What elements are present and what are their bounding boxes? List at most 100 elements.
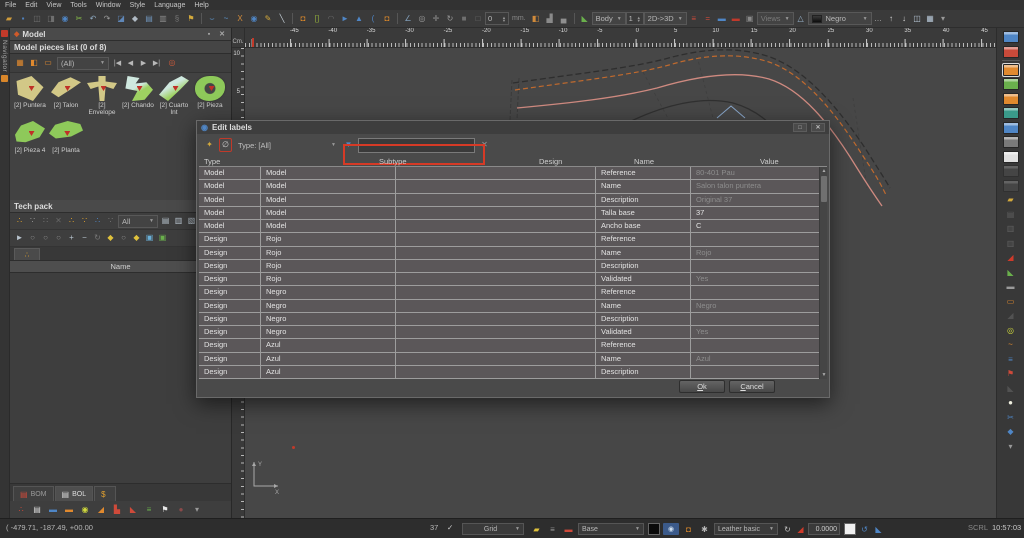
heel-curve-icon[interactable]: ~: [1003, 339, 1019, 351]
window-views-icon[interactable]: [1003, 122, 1019, 134]
wedge-dim-icon[interactable]: ◢: [1003, 310, 1019, 322]
tag-yellow-icon[interactable]: ◆: [104, 231, 117, 245]
scrollbar-thumb[interactable]: [821, 176, 827, 202]
camera-icon[interactable]: ▣: [743, 12, 757, 26]
refresh-icon[interactable]: ↻: [91, 231, 104, 245]
cell-value[interactable]: Azul: [691, 353, 817, 365]
flag-white-icon[interactable]: ⚑: [158, 503, 172, 517]
nav-first-button[interactable]: |◀: [111, 57, 124, 70]
table-row[interactable]: Model Model Ancho base C: [199, 220, 819, 233]
pointer-icon[interactable]: ►: [13, 231, 26, 245]
center-selection-icon[interactable]: ◎: [165, 56, 179, 70]
stack-gray-icon[interactable]: ≡: [546, 523, 559, 535]
check-icon[interactable]: ✓: [447, 523, 453, 532]
pencil-tool-icon[interactable]: ✎: [261, 12, 275, 26]
table-row[interactable]: Design Rojo Validated Yes: [199, 273, 819, 286]
brackets-icon[interactable]: []: [310, 12, 324, 26]
save-icon[interactable]: ▪: [16, 12, 30, 26]
shoe-green-icon[interactable]: ◣: [1003, 267, 1019, 279]
mirror-tool-icon[interactable]: X: [233, 12, 247, 26]
table-row[interactable]: Design Azul Reference: [199, 339, 819, 352]
body-combo[interactable]: Body▼: [592, 12, 626, 25]
cell-value[interactable]: [691, 233, 817, 245]
pieces-tree2-icon[interactable]: ∵: [26, 214, 39, 228]
pin-flag-icon[interactable]: ⚑: [184, 12, 198, 26]
sole-blue2-icon[interactable]: ▬: [46, 503, 60, 517]
table-row[interactable]: Model Model Description Original 37: [199, 194, 819, 207]
panel-close-icon[interactable]: ✕: [217, 30, 227, 38]
target-rings-icon[interactable]: ◎: [1003, 325, 1019, 337]
filter-input[interactable]: [358, 138, 475, 153]
window-lines-icon[interactable]: [1003, 78, 1019, 90]
column-header[interactable]: Design: [534, 156, 629, 166]
menu-item-language[interactable]: Language: [154, 2, 185, 9]
lock-icon[interactable]: ◘: [296, 12, 310, 26]
zoom-out-icon[interactable]: −: [78, 231, 91, 245]
arrow-blue-icon[interactable]: ▲: [352, 12, 366, 26]
panel-pin-icon[interactable]: ▪: [204, 31, 214, 38]
cut-green-icon[interactable]: ✂: [72, 12, 86, 26]
rail-caret[interactable]: ▾: [1003, 441, 1019, 453]
layout2-icon[interactable]: ▦: [924, 12, 937, 26]
shoes-red-icon[interactable]: ◣: [126, 503, 140, 517]
table-row[interactable]: Model Model Name Salon talon puntera: [199, 180, 819, 193]
cell-value[interactable]: C: [691, 220, 817, 232]
add-view-icon[interactable]: △: [794, 12, 808, 26]
notepad-icon[interactable]: ▤: [30, 503, 44, 517]
rail-red-icon[interactable]: [1, 30, 8, 37]
sole-outline-icon[interactable]: ▭: [1003, 296, 1019, 308]
table-row[interactable]: Design Rojo Reference: [199, 233, 819, 246]
sole-blue-icon[interactable]: ▬: [715, 12, 729, 26]
column-header[interactable]: Value: [755, 156, 779, 166]
table-row[interactable]: Model Model Reference 80-401 Pau: [199, 167, 819, 180]
boot-red-icon[interactable]: ▙: [110, 503, 124, 517]
key-icon[interactable]: ✦: [203, 138, 216, 152]
type-filter-combo[interactable]: Type: [All]▼: [235, 138, 339, 152]
nav-prev-button[interactable]: ◀: [124, 57, 137, 70]
network-red-icon[interactable]: ∴: [14, 503, 28, 517]
tab-bol[interactable]: ▤ BOL: [55, 486, 94, 501]
heel-shoe-icon[interactable]: ◢: [94, 503, 108, 517]
link-curve-icon[interactable]: ◠: [324, 12, 338, 26]
paste-icon[interactable]: ▥: [156, 12, 170, 26]
rail-separator[interactable]: [1002, 60, 1020, 61]
column-header[interactable]: Name: [629, 156, 755, 166]
table-row[interactable]: Design Negro Name Negro: [199, 300, 819, 313]
table-scrollbar[interactable]: ▲ ▼: [819, 167, 827, 379]
navigator-tab[interactable]: Navigator: [1, 40, 8, 72]
folder-yellow-icon[interactable]: ▰: [1003, 194, 1019, 206]
sole-band-icon[interactable]: ▬: [1003, 281, 1019, 293]
piece-cuarto-int[interactable]: [2] Cuarto Int: [156, 76, 192, 117]
menu-item-edit[interactable]: Edit: [25, 2, 37, 9]
piece-chando[interactable]: [2] Chando: [120, 76, 156, 117]
tool-blue-icon[interactable]: ◆: [1003, 426, 1019, 438]
menu-item-file[interactable]: File: [5, 2, 16, 9]
window-materials-icon[interactable]: [1003, 107, 1019, 119]
lock-status-icon[interactable]: ◘: [682, 523, 695, 535]
angle-icon[interactable]: ∠: [401, 12, 415, 26]
sole-red-icon[interactable]: =: [701, 12, 715, 26]
column-header[interactable]: Subtype: [334, 156, 534, 166]
current-color-swatch[interactable]: [648, 523, 660, 535]
cell-value[interactable]: Yes: [691, 273, 817, 285]
cell-value[interactable]: [691, 286, 817, 298]
zoom-search-icon[interactable]: ◉: [58, 12, 72, 26]
hook-icon[interactable]: (: [366, 12, 380, 26]
menu-item-view[interactable]: View: [46, 2, 61, 9]
mannequin-icon[interactable]: ✂: [1003, 412, 1019, 424]
piece-puntera[interactable]: [2] Puntera: [12, 76, 48, 117]
ok-button[interactable]: Ok: [679, 380, 725, 393]
window-model-icon[interactable]: [1003, 31, 1019, 43]
material-combo[interactable]: Leather basic▼: [714, 523, 778, 535]
tech-pack-minitab[interactable]: ∴: [14, 248, 40, 260]
filter-funnel-icon[interactable]: ▼: [342, 138, 355, 152]
curve-tool-icon[interactable]: ⌣: [205, 12, 219, 26]
tag-yellow2-icon[interactable]: ◆: [130, 231, 143, 245]
piece-pieza-4[interactable]: [2] Pieza 4: [12, 121, 48, 154]
snap-target-icon[interactable]: ◎: [415, 12, 429, 26]
frame-square-icon[interactable]: □: [471, 12, 485, 26]
flag-redblue-icon[interactable]: ⚑: [1003, 368, 1019, 380]
tab-bom[interactable]: ▤ BOM: [13, 486, 54, 501]
circle2-icon[interactable]: ○: [39, 231, 52, 245]
point-tool-icon[interactable]: ~: [219, 12, 233, 26]
